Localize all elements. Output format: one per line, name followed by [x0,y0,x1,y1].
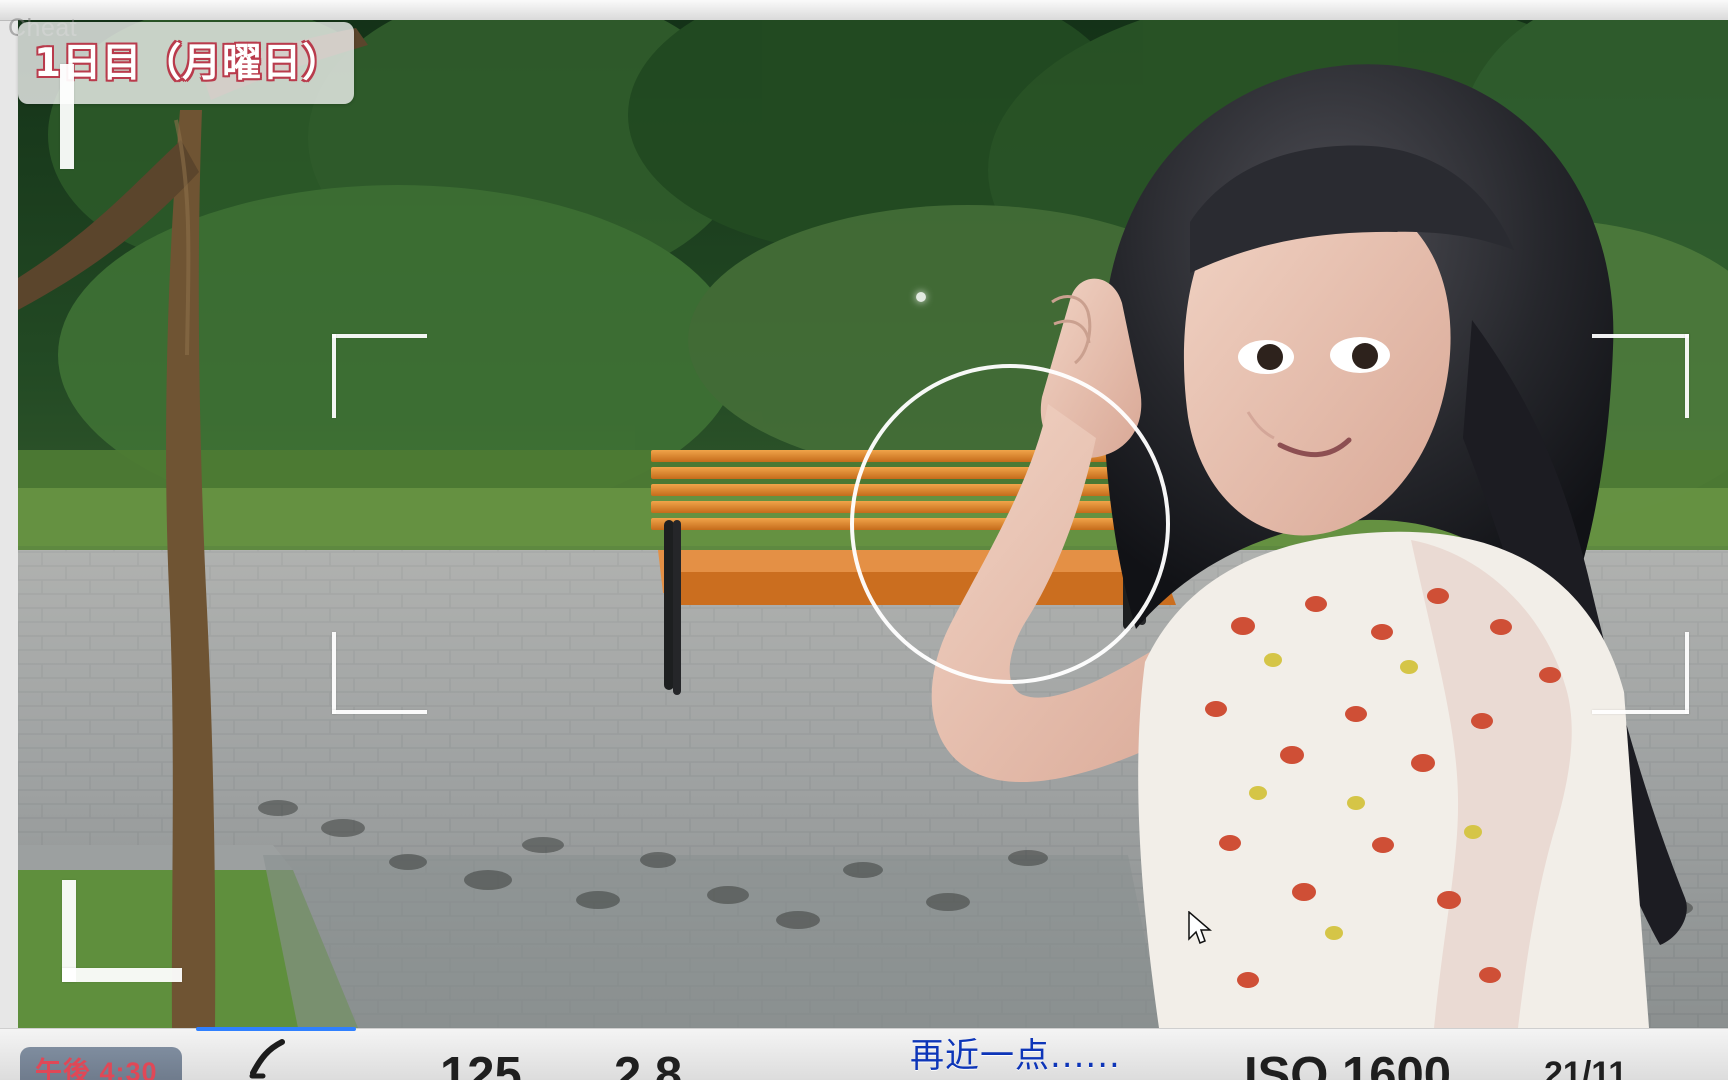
shot-count-value: 21/11 [1544,1055,1628,1080]
light-sparkle [916,292,926,302]
mouse-pointer-icon [1188,911,1212,944]
aperture-value: 2.8 [614,1048,683,1080]
dialogue-subtitle: 再近一点...... [910,1036,1121,1076]
time-label: 午後 4:30 [35,1057,158,1080]
aperture-icon [249,1039,285,1079]
window-top-bar [0,0,1728,21]
time-progress-indicator [196,1027,356,1031]
day-label: 1日目（月曜日） [34,41,343,86]
game-screen: Cheat 1日目（月曜日） 午後 4:30 125 2.8 ISO 1600 … [0,0,1728,1080]
shutter-speed-value: 125 [440,1048,522,1080]
iso-value: ISO 1600 [1244,1048,1452,1080]
focus-circle [850,364,1170,684]
